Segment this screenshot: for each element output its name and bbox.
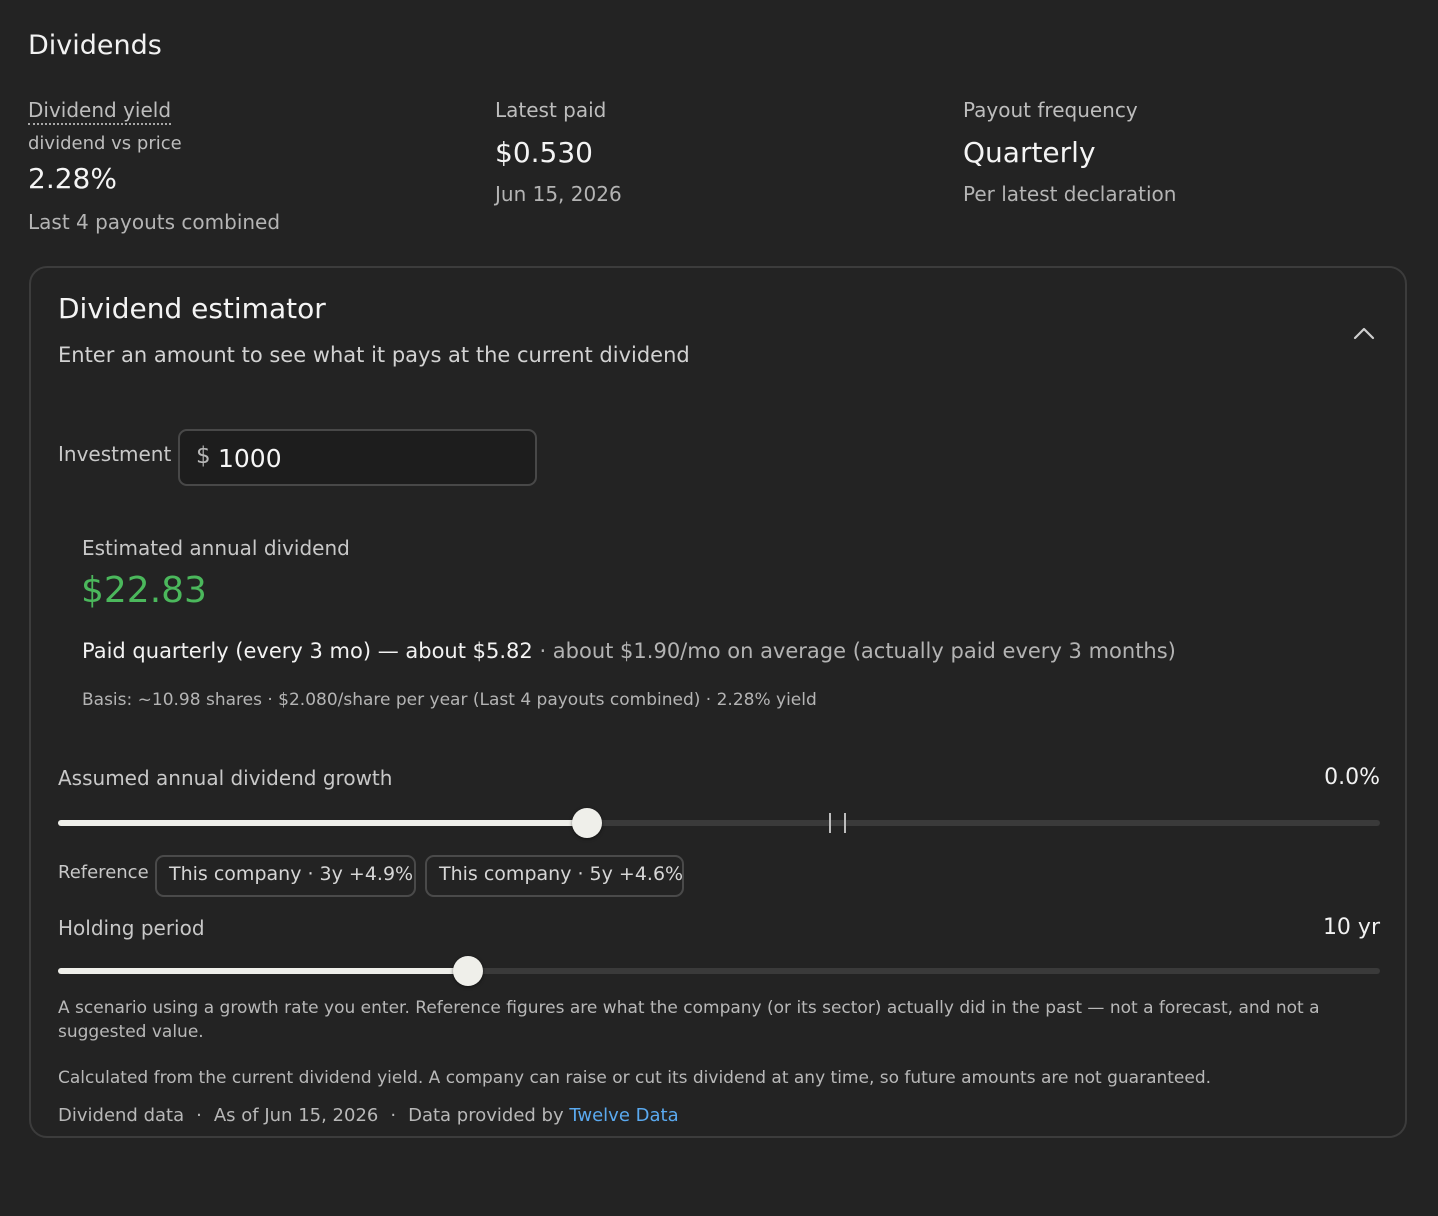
dividends-page: Dividends Dividend yield dividend vs pri… [0, 0, 1438, 1216]
investment-label: Investment [58, 442, 172, 466]
holding-period-slider[interactable] [58, 956, 1380, 986]
payout-frequency-label: Payout frequency [963, 98, 1138, 122]
estimated-annual-label: Estimated annual dividend [82, 536, 350, 560]
dividend-yield-value: 2.28% [28, 162, 117, 195]
dividend-yield-stat: Dividend yield [28, 98, 172, 125]
payment-schedule-average: · about $1.90/mo on average (actually pa… [532, 639, 1176, 663]
provider-link[interactable]: Twelve Data [569, 1105, 678, 1126]
payment-schedule: Paid quarterly (every 3 mo) — about $5.8… [82, 639, 1176, 663]
reference-marker-5y [844, 813, 846, 833]
estimator-title: Dividend estimator [58, 292, 326, 325]
holding-period-value: 10 yr [1322, 915, 1380, 940]
holding-period-slider-fill [58, 968, 468, 974]
growth-slider-thumb[interactable] [572, 808, 602, 838]
growth-value: 0.0% [1324, 765, 1380, 790]
growth-slider[interactable] [58, 808, 1380, 838]
reference-label: Reference [58, 862, 149, 883]
growth-slider-fill [58, 820, 587, 826]
estimated-annual-value: $22.83 [81, 570, 207, 611]
data-source-line: Dividend data · As of Jun 15, 2026 · Data pr… [58, 1105, 679, 1126]
separator: · [390, 1105, 397, 1126]
chevron-up-icon [1353, 327, 1375, 340]
calculation-disclaimer: Calculated from the current dividend yie… [58, 1068, 1212, 1088]
latest-paid-date: Jun 15, 2026 [495, 182, 622, 206]
data-source: Dividend data [58, 1105, 185, 1126]
currency-symbol: $ [196, 443, 211, 469]
holding-period-label: Holding period [58, 916, 205, 940]
as-of-date: As of Jun 15, 2026 [213, 1105, 379, 1126]
payout-frequency-value: Quarterly [963, 136, 1096, 169]
scenario-disclaimer: A scenario using a growth rate you enter… [58, 998, 1320, 1042]
growth-label: Assumed annual dividend growth [58, 766, 393, 790]
payment-schedule-main: Paid quarterly (every 3 mo) — about $5.8… [82, 639, 533, 663]
investment-input[interactable] [218, 439, 518, 477]
estimate-basis: Basis: ~10.98 shares · $2.080/share per … [82, 690, 817, 710]
provided-by-label: Data provided by [408, 1105, 564, 1126]
dividend-yield-sublabel: dividend vs price [28, 133, 182, 154]
reference-chip-5y[interactable]: This company · 5y +4.6% [425, 855, 684, 897]
reference-marker-3y [829, 813, 831, 833]
holding-period-slider-thumb[interactable] [453, 956, 483, 986]
collapse-button[interactable] [1351, 320, 1377, 350]
estimator-subtitle: Enter an amount to see what it pays at t… [58, 343, 690, 367]
section-title: Dividends [28, 30, 162, 61]
latest-paid-value: $0.530 [495, 136, 593, 169]
payout-frequency-note: Per latest declaration [963, 182, 1177, 206]
latest-paid-label: Latest paid [495, 98, 607, 122]
investment-field[interactable]: $ [178, 429, 537, 486]
reference-chip-3y[interactable]: This company · 3y +4.9% [155, 855, 416, 897]
dividend-yield-note: Last 4 payouts combined [28, 210, 281, 234]
dividend-yield-label[interactable]: Dividend yield [28, 98, 172, 125]
separator: · [196, 1105, 202, 1126]
